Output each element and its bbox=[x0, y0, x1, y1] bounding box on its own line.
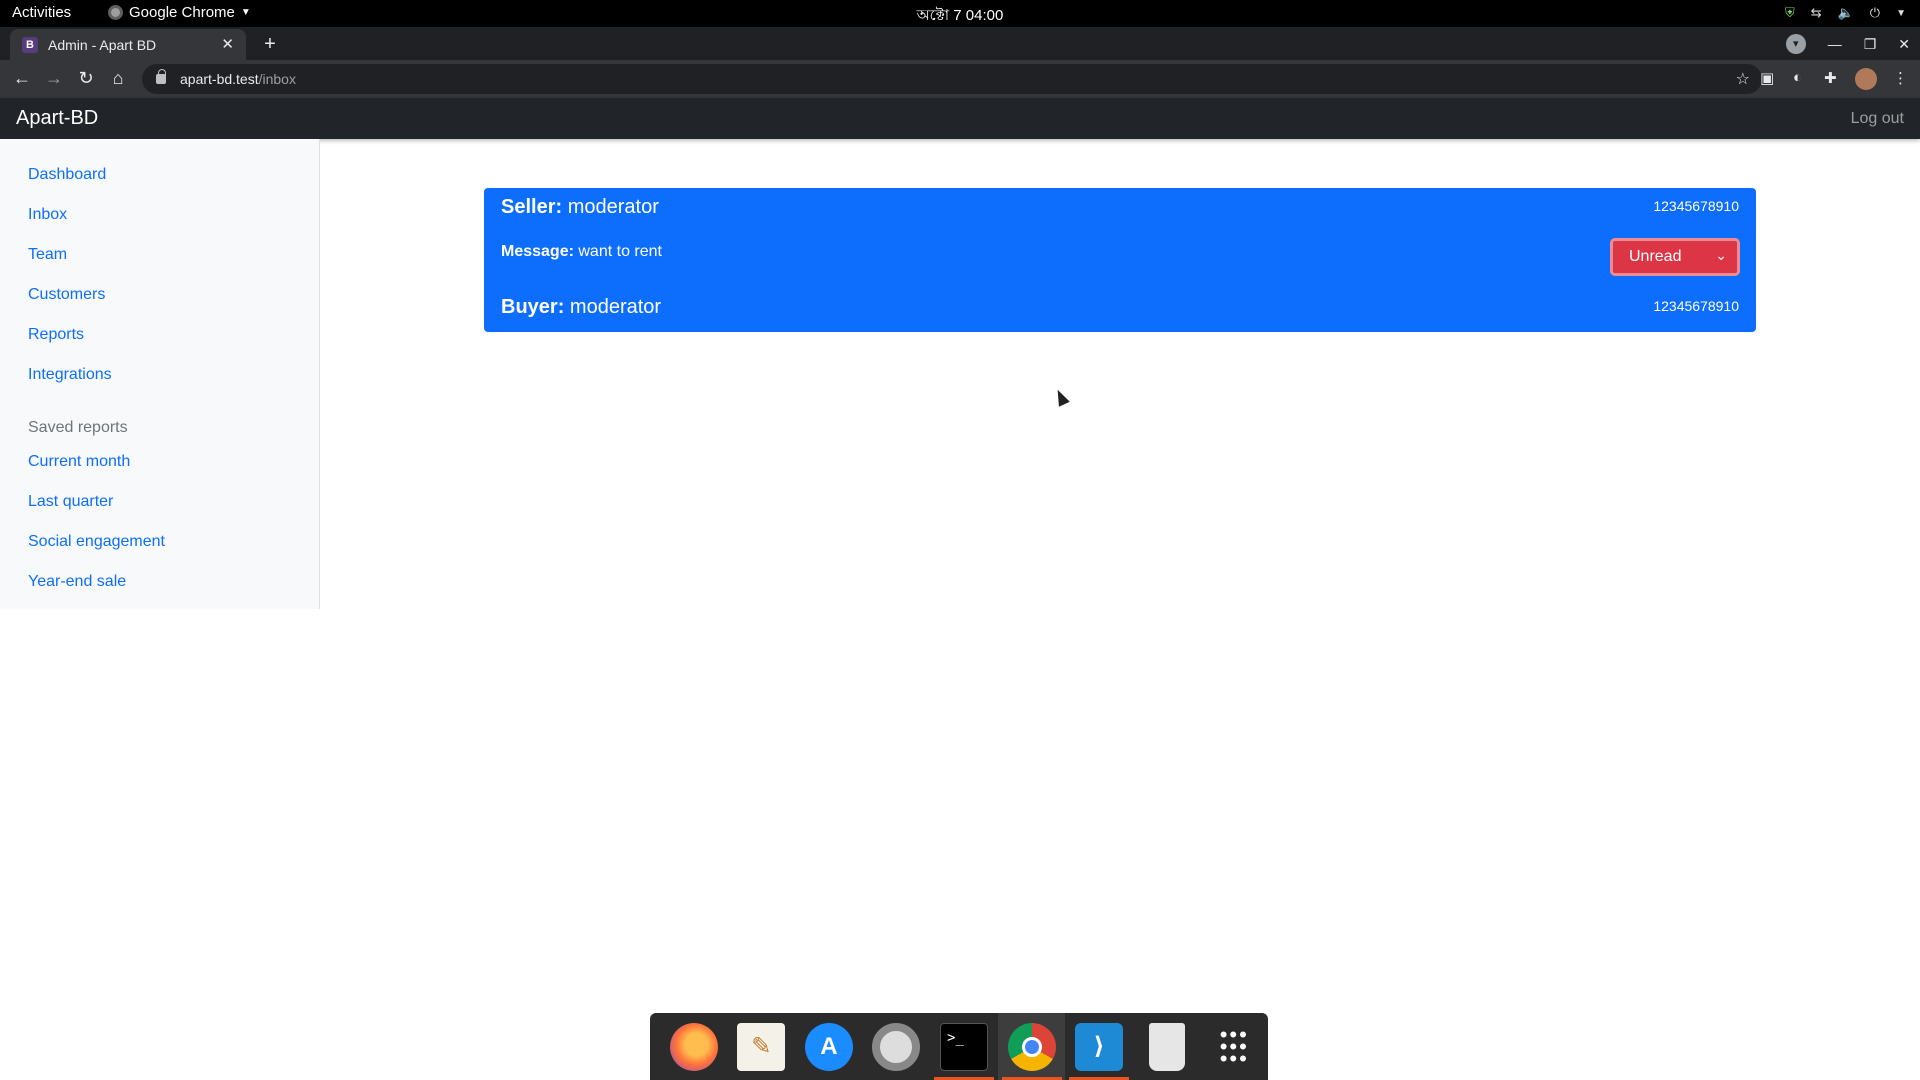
message-card: Seller: moderator 12345678910 Message: w… bbox=[484, 188, 1756, 332]
dock-chrome[interactable] bbox=[997, 1013, 1066, 1080]
window-controls: ▾ — ❐ ✕ bbox=[1785, 34, 1910, 54]
url-host: apart-bd.test bbox=[180, 71, 259, 87]
address-bar[interactable]: apart-bd.test /inbox ☆ bbox=[142, 64, 1762, 94]
app-navbar: Apart-BD Log out bbox=[0, 98, 1920, 139]
power-icon: ⏻ bbox=[1869, 5, 1881, 20]
extension-circle-icon[interactable]: ◐ bbox=[1793, 69, 1802, 86]
dock-vscode[interactable]: ⟩ bbox=[1065, 1013, 1133, 1080]
sidebar: Dashboard Inbox Team Customers Reports I… bbox=[0, 139, 320, 609]
mouse-cursor-icon bbox=[1052, 387, 1070, 407]
seller-name: moderator bbox=[567, 196, 659, 218]
buyer-label: Buyer: bbox=[501, 296, 565, 318]
app-store-icon: A bbox=[804, 1022, 853, 1071]
message-line: Message: want to rent bbox=[501, 243, 662, 261]
bookmark-star-icon[interactable]: ☆ bbox=[1736, 69, 1750, 89]
saved-report-year-end-sale[interactable]: Year-end sale bbox=[28, 573, 126, 591]
buyer-line: Buyer: moderator bbox=[501, 296, 661, 319]
url-path: /inbox bbox=[258, 71, 296, 87]
vscode-icon: ⟩ bbox=[1075, 1022, 1124, 1071]
chevron-down-icon: ▼ bbox=[1896, 7, 1906, 19]
dock-trash[interactable] bbox=[1133, 1013, 1201, 1080]
chrome-icon bbox=[1007, 1022, 1056, 1071]
status-select[interactable]: Unread ⌄ bbox=[1610, 238, 1740, 276]
dock-app-store[interactable]: A bbox=[795, 1013, 863, 1080]
network-icon: ⇆ bbox=[1810, 5, 1822, 20]
back-icon[interactable]: ← bbox=[11, 68, 33, 89]
shield-icon: ⛨ bbox=[1784, 5, 1795, 20]
help-icon bbox=[872, 1022, 921, 1071]
seller-phone: 12345678910 bbox=[1653, 198, 1739, 214]
firefox-icon bbox=[669, 1022, 718, 1071]
more-menu-icon[interactable]: ⋮ bbox=[1893, 69, 1908, 87]
sidebar-item-dashboard[interactable]: Dashboard bbox=[28, 166, 106, 184]
trash-icon bbox=[1148, 1022, 1185, 1071]
saved-reports-heading: Saved reports bbox=[28, 419, 128, 436]
reload-icon[interactable]: ↻ bbox=[75, 68, 97, 89]
text-editor-icon: ✎ bbox=[737, 1022, 786, 1071]
volume-icon: 🔈 bbox=[1837, 5, 1854, 20]
seller-label: Seller: bbox=[501, 196, 563, 218]
browser-tab[interactable]: B Admin - Apart BD ✕ bbox=[10, 29, 246, 60]
tab-search-icon[interactable]: ▾ bbox=[1785, 34, 1806, 54]
sidebar-item-customers[interactable]: Customers bbox=[28, 286, 105, 304]
home-icon[interactable]: ⌂ bbox=[107, 68, 129, 89]
system-top-bar: Activities Google Chrome ▼ অক্টো 7 04:00… bbox=[0, 0, 1920, 27]
sidebar-item-inbox[interactable]: Inbox bbox=[28, 206, 67, 224]
status-value: Unread bbox=[1629, 248, 1682, 265]
dock-help[interactable] bbox=[863, 1013, 931, 1080]
seller-line: Seller: moderator bbox=[501, 196, 659, 219]
new-tab-button[interactable]: + bbox=[256, 32, 284, 58]
forward-icon[interactable]: → bbox=[43, 68, 65, 89]
close-icon[interactable]: ✕ bbox=[221, 35, 234, 53]
logout-link[interactable]: Log out bbox=[1851, 110, 1904, 128]
saved-report-social-engagement[interactable]: Social engagement bbox=[28, 533, 165, 551]
puzzle-icon[interactable]: ✚ bbox=[1824, 69, 1837, 87]
clock[interactable]: অক্টো 7 04:00 bbox=[0, 4, 1920, 29]
system-tray[interactable]: ⛨ ⇆ 🔈 ⏻ ▼ bbox=[1785, 5, 1906, 21]
maximize-icon[interactable]: ❐ bbox=[1864, 36, 1877, 53]
extension-icon[interactable]: ▣ bbox=[1760, 69, 1774, 87]
profile-avatar[interactable] bbox=[1855, 68, 1877, 90]
bootstrap-favicon-icon: B bbox=[22, 36, 38, 53]
buyer-phone: 12345678910 bbox=[1653, 298, 1739, 314]
minimize-icon[interactable]: — bbox=[1828, 36, 1842, 52]
dock-app-grid[interactable]: ••• ••• ••• bbox=[1201, 1013, 1269, 1080]
sidebar-item-reports[interactable]: Reports bbox=[28, 326, 84, 344]
sidebar-item-integrations[interactable]: Integrations bbox=[28, 366, 112, 384]
browser-toolbar: ← → ↻ ⌂ apart-bd.test /inbox ☆ ▣ ◐ ✚ ⋮ bbox=[0, 60, 1920, 98]
saved-report-current-month[interactable]: Current month bbox=[28, 453, 130, 471]
close-window-icon[interactable]: ✕ bbox=[1898, 36, 1910, 53]
tab-strip: B Admin - Apart BD ✕ + ▾ — ❐ ✕ bbox=[0, 27, 1920, 60]
sidebar-item-team[interactable]: Team bbox=[28, 246, 67, 264]
message-label: Message: bbox=[501, 243, 574, 260]
lock-icon[interactable] bbox=[156, 69, 166, 84]
dock-terminal[interactable]: >_ bbox=[930, 1013, 998, 1080]
saved-report-last-quarter[interactable]: Last quarter bbox=[28, 493, 113, 511]
chevron-down-icon: ⌄ bbox=[1715, 247, 1727, 263]
message-text: want to rent bbox=[578, 243, 662, 260]
terminal-icon: >_ bbox=[940, 1022, 989, 1071]
tab-title: Admin - Apart BD bbox=[48, 36, 157, 53]
app-grid-icon: ••• ••• ••• bbox=[1219, 1021, 1249, 1071]
dock-text-editor[interactable]: ✎ bbox=[728, 1013, 796, 1080]
dock-firefox[interactable] bbox=[660, 1013, 728, 1080]
brand-logo[interactable]: Apart-BD bbox=[16, 107, 98, 130]
dock: ✎ A >_ ⟩ ••• ••• ••• bbox=[650, 1013, 1268, 1080]
buyer-name: moderator bbox=[569, 296, 662, 318]
